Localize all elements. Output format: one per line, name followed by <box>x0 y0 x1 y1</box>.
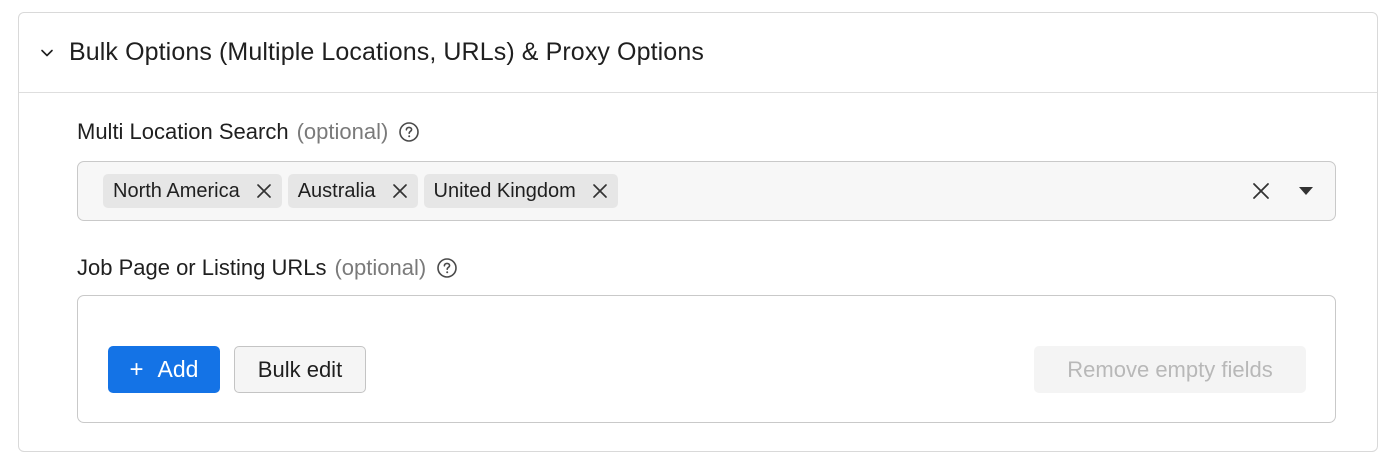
add-url-button[interactable]: + Add <box>108 346 220 393</box>
panel-header[interactable]: Bulk Options (Multiple Locations, URLs) … <box>19 13 1377 93</box>
location-chip: Australia <box>287 174 418 208</box>
urls-list-box: + Add Bulk edit Remove empty fields <box>77 295 1336 423</box>
multi-location-select[interactable]: North America Australia United Kingdom <box>77 161 1336 221</box>
chevron-down-icon[interactable] <box>37 43 57 63</box>
chip-label: North America <box>113 179 240 202</box>
help-icon[interactable] <box>436 257 458 279</box>
remove-chip-icon[interactable] <box>390 181 410 201</box>
multi-location-optional: (optional) <box>296 119 389 144</box>
panel-title: Bulk Options (Multiple Locations, URLs) … <box>69 38 704 66</box>
dropdown-arrow-icon[interactable] <box>1297 182 1315 200</box>
urls-label: Job Page or Listing URLs (optional) <box>77 253 1336 283</box>
clear-all-icon[interactable] <box>1249 179 1273 203</box>
urls-label-text: Job Page or Listing URLs <box>77 255 327 280</box>
location-chip: North America <box>103 174 282 208</box>
bulk-options-panel: Bulk Options (Multiple Locations, URLs) … <box>18 12 1378 452</box>
panel-body: Multi Location Search (optional) North A… <box>19 117 1377 423</box>
remove-empty-fields-button[interactable]: Remove empty fields <box>1034 346 1306 393</box>
help-icon[interactable] <box>398 121 420 143</box>
chip-label: Australia <box>297 179 376 202</box>
multi-location-label-text: Multi Location Search <box>77 119 289 144</box>
chip-label: United Kingdom <box>433 179 576 202</box>
plus-icon: + <box>129 355 144 383</box>
location-chip: United Kingdom <box>423 174 618 208</box>
multi-location-label: Multi Location Search (optional) <box>77 117 1336 147</box>
select-controls <box>1249 179 1315 203</box>
urls-optional: (optional) <box>334 255 427 280</box>
remove-chip-icon[interactable] <box>590 181 610 201</box>
remove-chip-icon[interactable] <box>254 181 274 201</box>
add-button-label: Add <box>157 356 199 382</box>
bulk-edit-button[interactable]: Bulk edit <box>234 346 366 393</box>
